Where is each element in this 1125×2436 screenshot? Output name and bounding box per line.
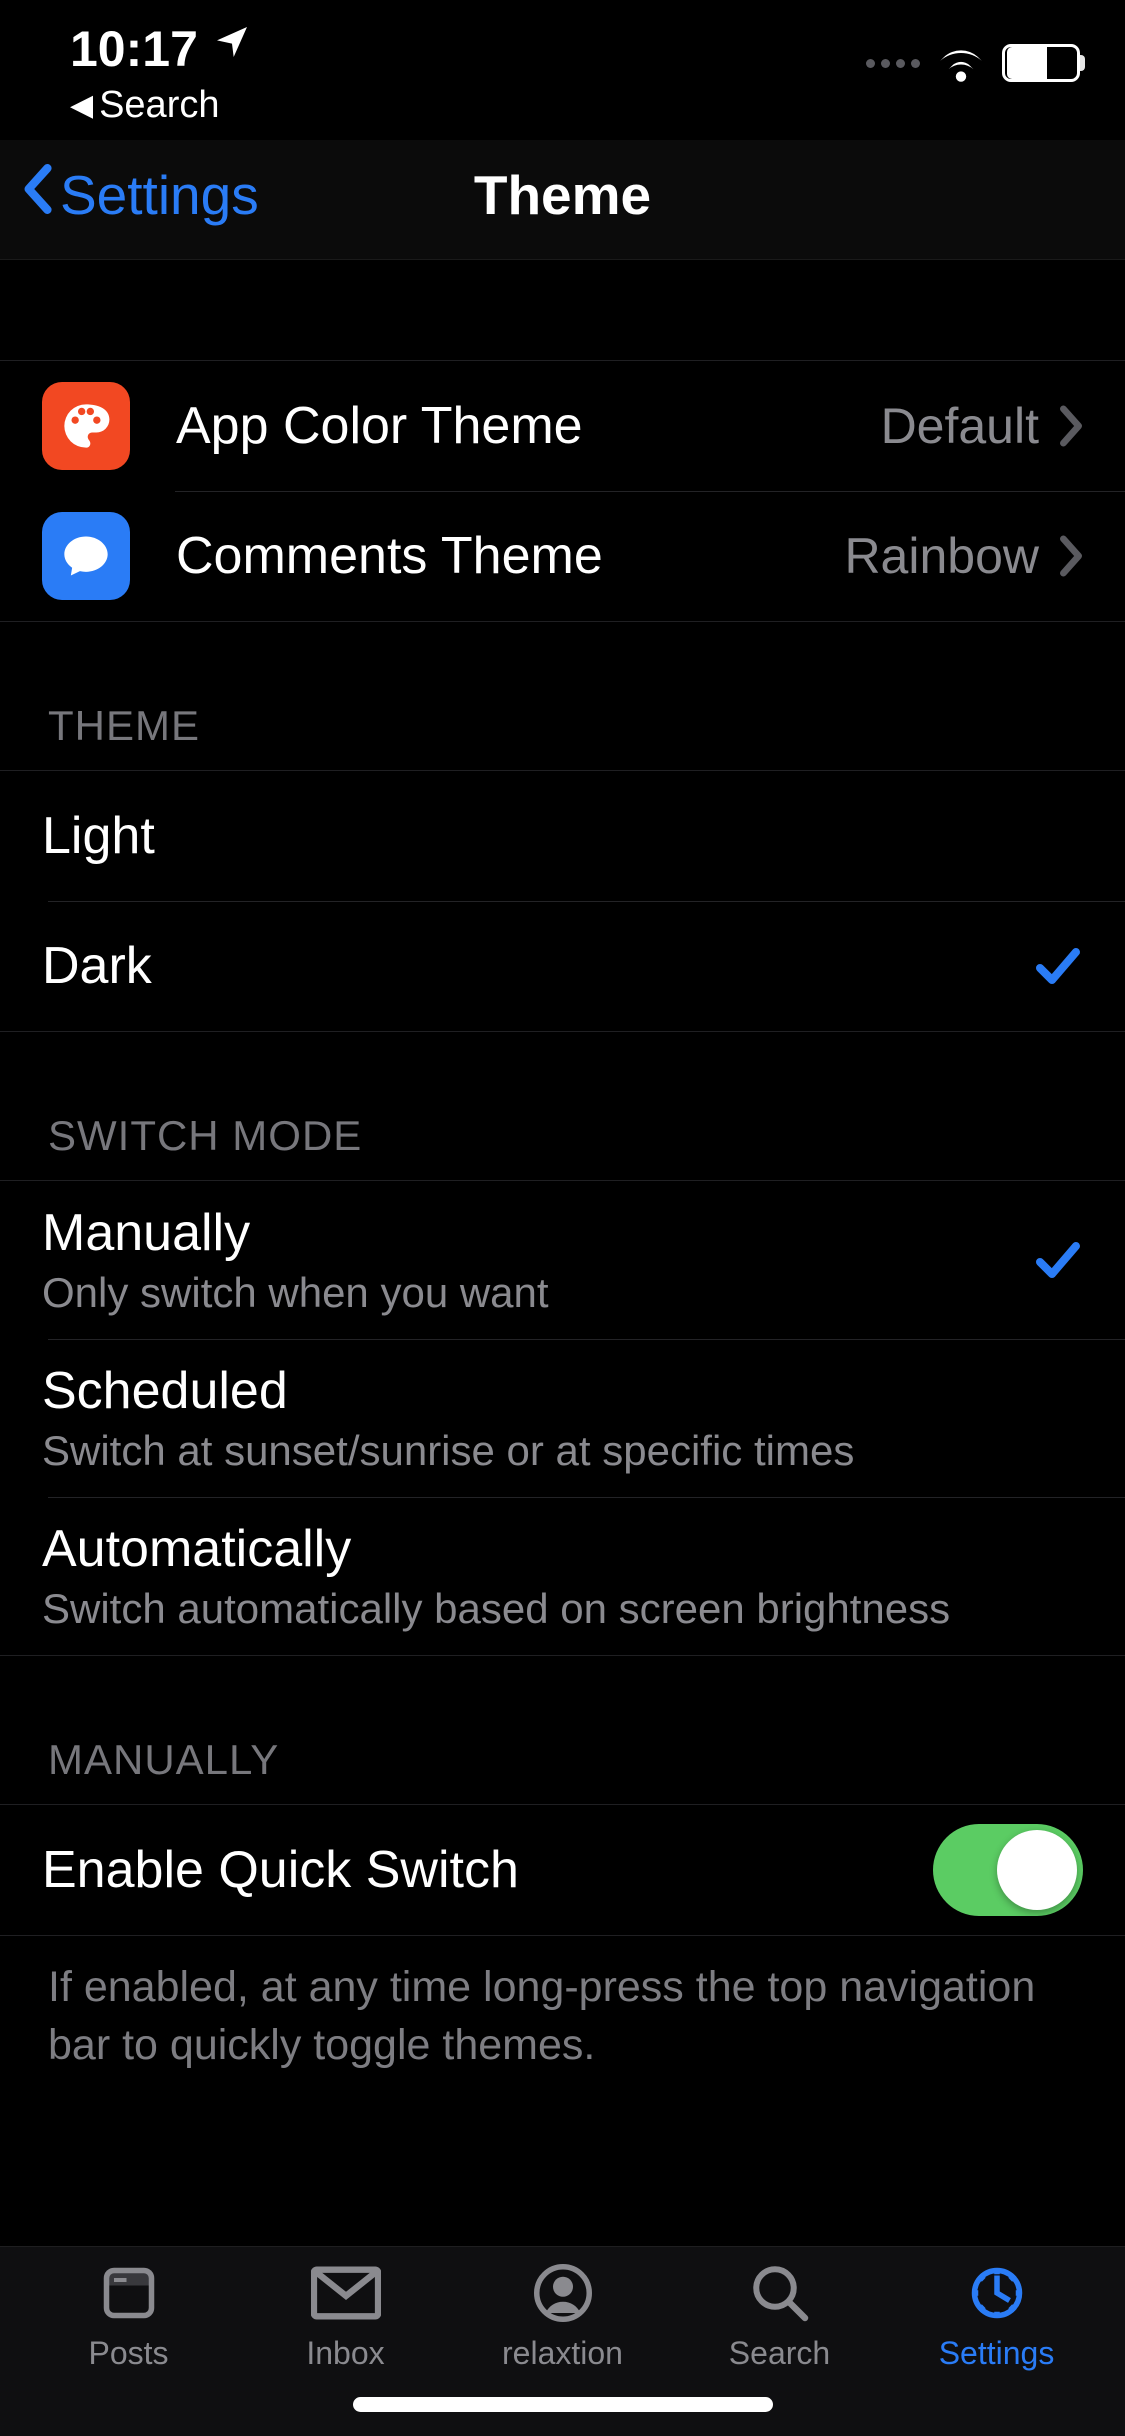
quick-switch-toggle[interactable] bbox=[933, 1824, 1083, 1916]
inbox-icon bbox=[311, 2261, 381, 2325]
row-sublabel: Only switch when you want bbox=[42, 1269, 1033, 1317]
chevron-left-icon bbox=[20, 163, 54, 227]
tab-settings[interactable]: Settings bbox=[888, 2261, 1105, 2436]
breadcrumb-back-to-app[interactable]: ◀ Search bbox=[70, 84, 252, 127]
status-bar: 10:17 ◀ Search bbox=[0, 0, 1125, 140]
comment-icon bbox=[42, 512, 130, 600]
tab-label: Inbox bbox=[306, 2335, 384, 2372]
row-enable-quick-switch[interactable]: Enable Quick Switch bbox=[0, 1805, 1125, 1935]
row-label: Comments Theme bbox=[176, 526, 844, 586]
location-icon bbox=[212, 22, 252, 72]
chevron-right-icon bbox=[1059, 535, 1083, 577]
row-label: Automatically bbox=[42, 1519, 1083, 1579]
tab-label: relaxtion bbox=[502, 2335, 623, 2372]
search-icon bbox=[745, 2261, 815, 2325]
row-comments-theme[interactable]: Comments Theme Rainbow bbox=[0, 491, 1125, 621]
tab-label: Settings bbox=[939, 2335, 1055, 2372]
row-label: Enable Quick Switch bbox=[42, 1840, 933, 1900]
section-footer-manually: If enabled, at any time long-press the t… bbox=[0, 1936, 1125, 2104]
tab-label: Search bbox=[729, 2335, 830, 2372]
breadcrumb-app-label: Search bbox=[99, 84, 219, 127]
wifi-icon bbox=[936, 44, 986, 82]
row-sublabel: Switch automatically based on screen bri… bbox=[42, 1585, 1083, 1633]
back-button[interactable]: Settings bbox=[20, 163, 259, 227]
row-label: Scheduled bbox=[42, 1361, 1083, 1421]
palette-icon bbox=[42, 382, 130, 470]
row-label: Manually bbox=[42, 1203, 1033, 1263]
section-header-switch-mode: Switch Mode bbox=[0, 1032, 1125, 1180]
row-switch-manually[interactable]: Manually Only switch when you want bbox=[0, 1181, 1125, 1339]
gear-icon bbox=[962, 2261, 1032, 2325]
row-theme-dark[interactable]: Dark bbox=[0, 901, 1125, 1031]
checkmark-icon bbox=[1033, 1240, 1083, 1280]
row-value: Default bbox=[881, 397, 1039, 455]
row-label: Light bbox=[42, 806, 1083, 866]
row-label: Dark bbox=[42, 936, 1033, 996]
status-time: 10:17 bbox=[70, 20, 198, 78]
section-header-manually: Manually bbox=[0, 1656, 1125, 1804]
cellular-icon bbox=[866, 59, 920, 68]
chevron-right-icon bbox=[1059, 405, 1083, 447]
home-indicator[interactable] bbox=[353, 2397, 773, 2412]
checkmark-icon bbox=[1033, 946, 1083, 986]
nav-bar: Settings Theme bbox=[0, 140, 1125, 260]
row-label: App Color Theme bbox=[176, 396, 881, 456]
row-value: Rainbow bbox=[844, 527, 1039, 585]
row-switch-automatically[interactable]: Automatically Switch automatically based… bbox=[0, 1497, 1125, 1655]
posts-icon bbox=[94, 2261, 164, 2325]
profile-icon bbox=[528, 2261, 598, 2325]
caret-left-icon: ◀ bbox=[70, 88, 93, 123]
row-theme-light[interactable]: Light bbox=[0, 771, 1125, 901]
row-sublabel: Switch at sunset/sunrise or at specific … bbox=[42, 1427, 1083, 1475]
tab-posts[interactable]: Posts bbox=[20, 2261, 237, 2436]
tab-label: Posts bbox=[88, 2335, 168, 2372]
section-header-theme: Theme bbox=[0, 622, 1125, 770]
row-app-color-theme[interactable]: App Color Theme Default bbox=[0, 361, 1125, 491]
battery-icon bbox=[1002, 44, 1080, 82]
back-label: Settings bbox=[60, 163, 259, 227]
row-switch-scheduled[interactable]: Scheduled Switch at sunset/sunrise or at… bbox=[0, 1339, 1125, 1497]
